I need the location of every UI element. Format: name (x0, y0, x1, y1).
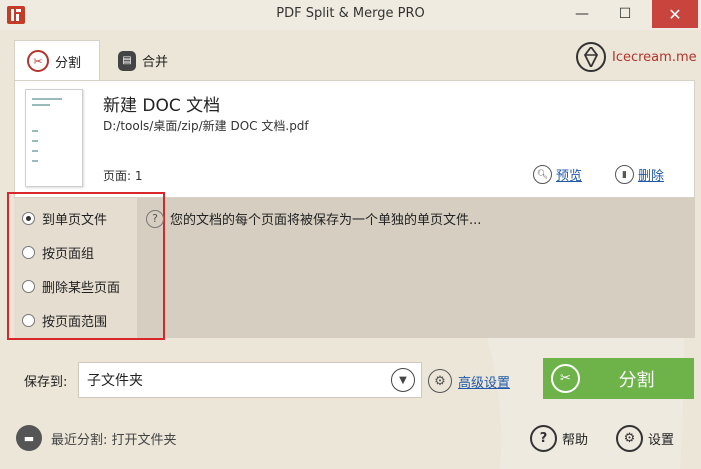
minimize-button[interactable]: — (565, 0, 599, 28)
merge-icon: ▤ (118, 50, 136, 71)
tab-merge-label: 合并 (142, 55, 169, 70)
recent-split-link[interactable]: ▬ 最近分割: 打开文件夹 (16, 425, 177, 451)
page-count-label: 页面: (103, 169, 132, 183)
recent-split-label: 最近分割: 打开文件夹 (51, 432, 177, 448)
settings-button[interactable]: ⚙ 设置 (616, 425, 674, 452)
trash-icon: ▮ (615, 165, 634, 184)
delete-button[interactable]: ▮ 删除 (615, 165, 664, 184)
tab-split[interactable]: ✂ 分割 (14, 40, 100, 81)
pdf-thumbnail[interactable] (25, 89, 83, 187)
split-button[interactable]: ✂ 分割 (543, 358, 694, 399)
help-label: 帮助 (562, 433, 589, 448)
brand-text: Icecream.me (612, 49, 697, 65)
settings-label: 设置 (648, 433, 675, 448)
icecream-logo-icon (576, 42, 606, 72)
chevron-down-icon[interactable]: ▼ (391, 368, 415, 392)
close-button[interactable]: ✕ (652, 0, 698, 28)
save-to-label: 保存到: (24, 375, 68, 390)
advanced-settings-label: 高级设置 (458, 375, 511, 391)
page-count-value: 1 (134, 169, 143, 183)
preview-label: 预览 (556, 169, 583, 184)
tab-merge[interactable]: ▤ 合并 (116, 40, 168, 81)
question-icon: ? (146, 209, 164, 228)
brand-link[interactable]: Icecream.me (576, 42, 697, 72)
advanced-settings-link[interactable]: ⚙ 高级设置 (428, 369, 510, 393)
title-bar: PDF Split & Merge PRO — ☐ ✕ (0, 0, 701, 30)
save-location-select[interactable]: 子文件夹 ▼ (78, 362, 422, 398)
help-button[interactable]: ? 帮助 (530, 425, 588, 452)
delete-label: 删除 (638, 169, 665, 184)
file-card: 新建 DOC 文档 D:/tools/桌面/zip/新建 DOC 文档.pdf … (14, 80, 695, 198)
folder-icon: ▬ (16, 425, 42, 451)
option-description: ? 您的文档的每个页面将被保存为一个单独的单页文件... (146, 209, 481, 228)
highlight-annotation (7, 192, 165, 340)
gear-icon: ⚙ (616, 425, 643, 452)
gear-icon: ⚙ (428, 369, 452, 393)
page-count: 页面: 1 (103, 167, 143, 184)
file-name: 新建 DOC 文档 (103, 96, 221, 116)
split-button-label: 分割 (618, 369, 655, 391)
help-icon: ? (530, 425, 557, 452)
preview-button[interactable]: 🔍︎ 预览 (533, 165, 582, 184)
file-path: D:/tools/桌面/zip/新建 DOC 文档.pdf (103, 119, 309, 133)
scissors-icon: ✂ (27, 50, 49, 72)
option-help-text: 您的文档的每个页面将被保存为一个单独的单页文件... (170, 213, 482, 228)
save-location-value: 子文件夹 (87, 373, 143, 389)
tab-split-label: 分割 (55, 55, 82, 71)
maximize-button[interactable]: ☐ (608, 0, 642, 28)
magnifier-icon: 🔍︎ (533, 165, 552, 184)
